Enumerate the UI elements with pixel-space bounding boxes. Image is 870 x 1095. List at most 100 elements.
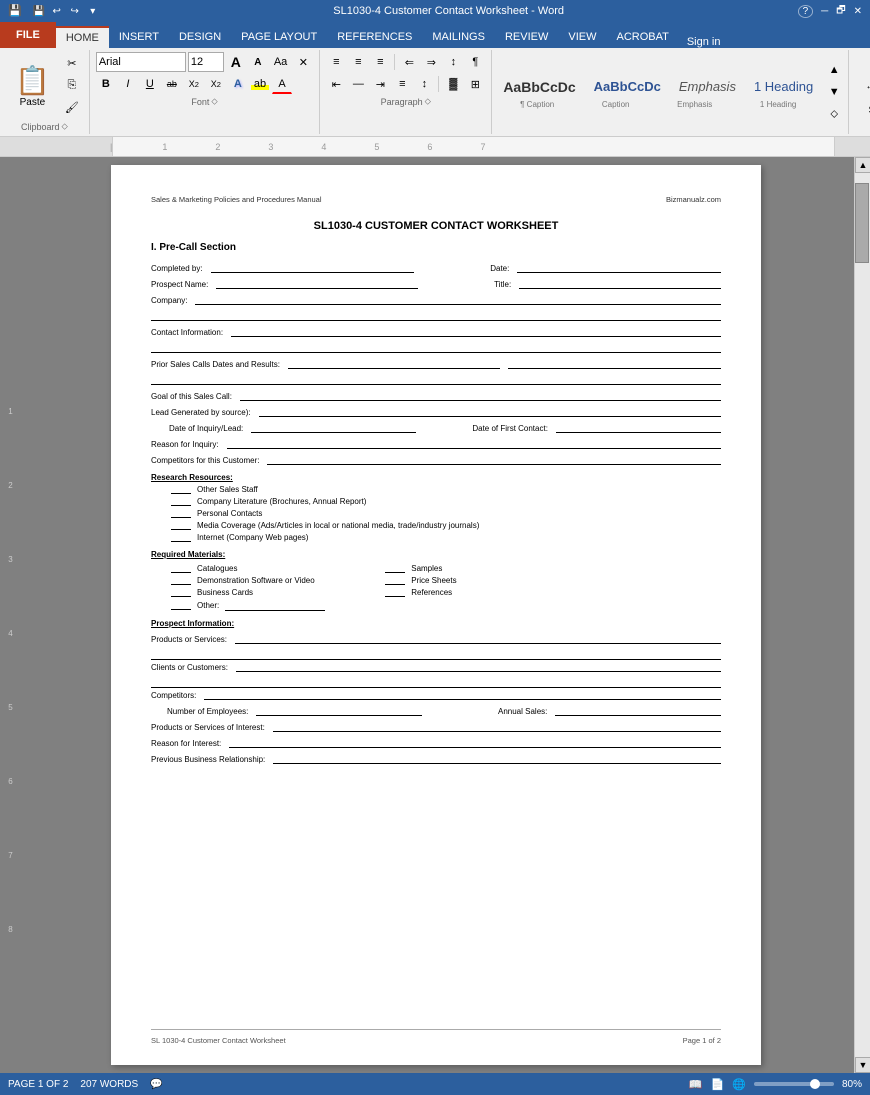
- grow-font-button[interactable]: A: [226, 52, 246, 72]
- date-field[interactable]: [517, 261, 721, 273]
- reason-inquiry-field[interactable]: [227, 437, 721, 449]
- pi-competitors-field[interactable]: [204, 688, 721, 700]
- zoom-slider[interactable]: [754, 1082, 834, 1086]
- title-field[interactable]: [519, 277, 721, 289]
- first-contact-field[interactable]: [556, 421, 721, 433]
- style-no-spacing[interactable]: AaBbCcDc: [587, 76, 668, 97]
- quick-access-save[interactable]: 💾: [32, 4, 46, 18]
- paragraph-expand-icon[interactable]: ⬦: [425, 96, 431, 107]
- tab-view[interactable]: VIEW: [558, 26, 606, 48]
- inquiry-date-field[interactable]: [251, 421, 416, 433]
- close-button[interactable]: ✕: [854, 6, 862, 17]
- copy-button[interactable]: ⎘: [61, 76, 83, 96]
- select-button[interactable]: Select ▼: [854, 100, 870, 120]
- italic-button[interactable]: I: [118, 74, 138, 94]
- line-spacing-button[interactable]: ↕: [414, 74, 434, 94]
- font-size-select[interactable]: [188, 52, 224, 72]
- numbering-button[interactable]: ≡: [348, 52, 368, 72]
- annual-sales-field[interactable]: [555, 704, 721, 716]
- scrollbar-thumb[interactable]: [855, 183, 869, 263]
- clients-field[interactable]: [236, 660, 721, 672]
- style-emphasis[interactable]: Emphasis: [672, 76, 743, 97]
- style-heading1[interactable]: 1 Heading: [747, 76, 820, 97]
- bold-button[interactable]: B: [96, 74, 116, 94]
- change-case-button[interactable]: Aa: [270, 52, 291, 72]
- view-layout-button[interactable]: 📄: [711, 1078, 725, 1091]
- scrollbar-down-button[interactable]: ▼: [855, 1057, 870, 1073]
- justify-button[interactable]: ≡: [392, 74, 412, 94]
- tab-design[interactable]: DESIGN: [169, 26, 231, 48]
- highlight-button[interactable]: ab: [250, 74, 270, 94]
- font-color-button[interactable]: A: [272, 74, 292, 94]
- tab-mailings[interactable]: MAILINGS: [422, 26, 495, 48]
- reason-interest-field[interactable]: [229, 736, 721, 748]
- view-web-button[interactable]: 🌐: [732, 1078, 746, 1091]
- tab-insert[interactable]: INSERT: [109, 26, 169, 48]
- bullets-button[interactable]: ≡: [326, 52, 346, 72]
- clear-format-button[interactable]: ✕: [293, 52, 313, 72]
- quick-access-more[interactable]: ▾: [86, 4, 100, 18]
- lead-generated-field[interactable]: [259, 405, 721, 417]
- competitors-field[interactable]: [267, 453, 721, 465]
- minimize-button[interactable]: ─: [821, 6, 828, 17]
- document-page[interactable]: Sales & Marketing Policies and Procedure…: [111, 165, 761, 1065]
- text-effect-button[interactable]: A: [228, 74, 248, 94]
- show-hide-button[interactable]: ¶: [465, 52, 485, 72]
- replace-button[interactable]: ↔ Replace: [854, 76, 870, 96]
- font-expand-icon[interactable]: ⬦: [211, 96, 217, 107]
- styles-scroll-up[interactable]: ▲: [824, 60, 844, 80]
- styles-more[interactable]: ⬦: [824, 104, 844, 124]
- format-painter-button[interactable]: 🖌: [61, 98, 83, 118]
- tab-references[interactable]: REFERENCES: [327, 26, 422, 48]
- align-right-button[interactable]: ⇥: [370, 74, 390, 94]
- prev-business-field[interactable]: [273, 752, 721, 764]
- increase-indent-button[interactable]: ⇒: [421, 52, 441, 72]
- quick-access-redo[interactable]: ↪: [68, 4, 82, 18]
- products-interest-field[interactable]: [273, 720, 721, 732]
- clipboard-expand-icon[interactable]: ⬦: [62, 121, 68, 132]
- file-tab[interactable]: FILE: [0, 22, 56, 48]
- find-button[interactable]: 🔍 Find: [854, 52, 870, 72]
- multilevel-button[interactable]: ≡: [370, 52, 390, 72]
- underline-button[interactable]: U: [140, 74, 160, 94]
- styles-scroll-down[interactable]: ▼: [824, 82, 844, 102]
- employees-field[interactable]: [256, 704, 422, 716]
- prior-sales-field2[interactable]: [508, 357, 721, 369]
- align-left-button[interactable]: ⇤: [326, 74, 346, 94]
- products-services-field[interactable]: [235, 632, 721, 644]
- scrollbar-up-button[interactable]: ▲: [855, 157, 870, 173]
- contact-info-field[interactable]: [231, 325, 721, 337]
- scrollbar-track[interactable]: [855, 173, 870, 1057]
- subscript-button[interactable]: X2: [184, 74, 204, 94]
- sign-in-button[interactable]: Sign in: [679, 36, 729, 48]
- paste-button[interactable]: 📋 Paste: [6, 61, 59, 111]
- strikethrough-button[interactable]: ab: [162, 74, 182, 94]
- view-read-button[interactable]: 📖: [689, 1078, 703, 1091]
- help-button[interactable]: ?: [798, 5, 814, 18]
- tab-page-layout[interactable]: PAGE LAYOUT: [231, 26, 327, 48]
- restore-button[interactable]: 🗗: [836, 3, 845, 20]
- cut-button[interactable]: ✂: [61, 54, 83, 74]
- quick-access-undo[interactable]: ↩: [50, 4, 64, 18]
- decrease-indent-button[interactable]: ⇐: [399, 52, 419, 72]
- tab-acrobat[interactable]: ACROBAT: [606, 26, 678, 48]
- shading-button[interactable]: ▓: [443, 74, 463, 94]
- company-field[interactable]: [195, 293, 721, 305]
- style-normal[interactable]: AaBbCcDc: [496, 76, 582, 98]
- title-bar-left-controls[interactable]: 💾 💾 ↩ ↪ ▾: [8, 4, 100, 18]
- zoom-thumb[interactable]: [810, 1079, 820, 1089]
- align-center-button[interactable]: —: [348, 74, 368, 94]
- rm-other-field[interactable]: [225, 599, 325, 611]
- sort-button[interactable]: ↕: [443, 52, 463, 72]
- tab-review[interactable]: REVIEW: [495, 26, 558, 48]
- prior-sales-field1[interactable]: [288, 357, 501, 369]
- completed-by-field[interactable]: [211, 261, 415, 273]
- prospect-name-field[interactable]: [216, 277, 418, 289]
- comments-icon[interactable]: 💬: [150, 1079, 162, 1090]
- goal-field[interactable]: [240, 389, 721, 401]
- borders-button[interactable]: ⊞: [465, 74, 485, 94]
- superscript-button[interactable]: X2: [206, 74, 226, 94]
- font-name-select[interactable]: [96, 52, 186, 72]
- tab-home[interactable]: HOME: [56, 26, 109, 48]
- shrink-font-button[interactable]: A: [248, 52, 268, 72]
